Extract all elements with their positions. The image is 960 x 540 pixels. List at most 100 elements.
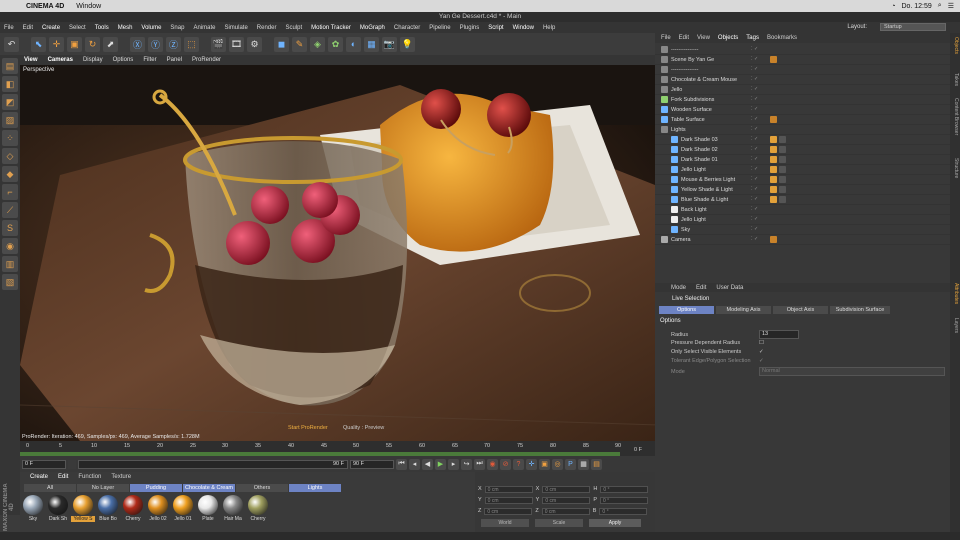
mat-menu-create[interactable]: Create: [30, 474, 48, 480]
object-name[interactable]: Jello: [671, 87, 682, 93]
right-tab-takes[interactable]: Takes: [951, 73, 959, 86]
mat-tab-chocolate[interactable]: Chocolate & Cream: [183, 484, 235, 492]
pressure-checkbox[interactable]: ☐: [759, 340, 764, 346]
points-mode-icon[interactable]: ⁘: [2, 130, 18, 146]
material-tag-icon[interactable]: [779, 136, 786, 143]
mac-app-name[interactable]: CINEMA 4D: [26, 3, 64, 10]
material-tag-icon[interactable]: [770, 176, 777, 183]
min-frame-spinner[interactable]: [68, 459, 76, 469]
workplane-icon[interactable]: ▨: [2, 112, 18, 128]
tab-modeling-axis[interactable]: Modeling Axis: [716, 306, 771, 314]
right-tab-content-browser[interactable]: Content Browser: [951, 98, 959, 135]
max-frame-field[interactable]: 90 F: [350, 459, 394, 469]
menu-item[interactable]: Tools: [95, 25, 109, 31]
clock[interactable]: Do. 12:59: [901, 3, 931, 10]
menu-item[interactable]: Plugins: [460, 25, 480, 31]
search-icon[interactable]: ⌕: [938, 2, 942, 10]
tab-subdivision-surface[interactable]: Subdivision Surface: [830, 306, 890, 314]
last-tool-icon[interactable]: ⬈: [103, 36, 118, 52]
object-row[interactable]: Back Light ⁚ ✓: [655, 205, 950, 215]
scale-key-icon[interactable]: ▣: [539, 458, 550, 470]
object-name[interactable]: Dark Shade 03: [681, 137, 718, 143]
object-name[interactable]: Scene By Yan Ge: [671, 57, 714, 63]
menu-item[interactable]: Simulate: [224, 25, 247, 31]
object-row[interactable]: Wooden Surface ⁚ ✓: [655, 105, 950, 115]
object-name[interactable]: Camera: [671, 237, 691, 243]
object-row[interactable]: Jello ⁚ ✓: [655, 85, 950, 95]
attr-menu-edit[interactable]: Edit: [696, 285, 706, 291]
polygons-mode-icon[interactable]: ◆: [2, 166, 18, 182]
material-tag-icon[interactable]: [779, 176, 786, 183]
visibility-toggle-icon[interactable]: ⁚ ✓: [751, 166, 761, 174]
light-icon[interactable]: 💡: [400, 36, 415, 52]
floor-icon[interactable]: ▦: [364, 36, 379, 52]
object-row[interactable]: --------------- ⁚ ✓: [655, 65, 950, 75]
scale-icon[interactable]: ▣: [67, 36, 82, 52]
visibility-toggle-icon[interactable]: ⁚ ✓: [751, 226, 761, 234]
radius-field[interactable]: 13: [759, 330, 799, 339]
menu-item[interactable]: Script: [488, 25, 503, 31]
right-tab-attributes[interactable]: Attributes: [951, 283, 959, 304]
array-icon[interactable]: ✿: [328, 36, 343, 52]
go-to-start-icon[interactable]: ⏮: [396, 458, 407, 470]
material-item[interactable]: Blue Bo: [97, 495, 119, 522]
object-row[interactable]: Blue Shade & Light ⁚ ✓: [655, 195, 950, 205]
material-tag-icon[interactable]: [779, 196, 786, 203]
y-axis-icon[interactable]: Ⓨ: [148, 36, 163, 52]
next-key-icon[interactable]: ↪: [461, 458, 472, 470]
menu-item[interactable]: Create: [42, 25, 60, 31]
pen-icon[interactable]: ✎: [292, 36, 307, 52]
visibility-toggle-icon[interactable]: ⁚ ✓: [751, 196, 761, 204]
object-name[interactable]: Sky: [681, 227, 690, 233]
viewport-menu-options[interactable]: Options: [113, 57, 134, 63]
prev-key-icon[interactable]: ◂: [409, 458, 420, 470]
obj-menu-objects[interactable]: Objects: [718, 35, 738, 41]
mac-window-menu[interactable]: Window: [76, 3, 101, 10]
visibility-toggle-icon[interactable]: ⁚ ✓: [751, 236, 761, 244]
scale-dropdown[interactable]: Scale: [535, 519, 583, 527]
pos-y-field[interactable]: 0 cm: [484, 496, 533, 504]
visibility-toggle-icon[interactable]: ⁚ ✓: [751, 116, 761, 124]
menu-item[interactable]: Mesh: [118, 25, 133, 31]
visibility-toggle-icon[interactable]: ⁚ ✓: [751, 66, 761, 74]
visibility-toggle-icon[interactable]: ⁚ ✓: [751, 56, 761, 64]
size-x-field[interactable]: 0 cm: [542, 485, 591, 493]
make-editable-icon[interactable]: ▤: [2, 58, 18, 74]
size-z-field[interactable]: 0 cm: [541, 507, 590, 515]
right-tab-structure[interactable]: Structure: [951, 158, 959, 178]
obj-menu-file[interactable]: File: [661, 35, 671, 41]
viewport-menu-view[interactable]: View: [24, 57, 38, 63]
viewport-menu-display[interactable]: Display: [83, 57, 103, 63]
visibility-toggle-icon[interactable]: ⁚ ✓: [751, 76, 761, 84]
deformer-icon[interactable]: ◐: [346, 36, 361, 52]
visibility-toggle-icon[interactable]: ⁚ ✓: [751, 86, 761, 94]
right-tab-layers[interactable]: Layers: [951, 318, 959, 333]
world-dropdown[interactable]: World: [481, 519, 529, 527]
material-tag-icon[interactable]: [770, 196, 777, 203]
obj-menu-edit[interactable]: Edit: [679, 35, 689, 41]
object-row[interactable]: Yellow Shade & Light ⁚ ✓: [655, 185, 950, 195]
render-picture-viewer-icon[interactable]: 🎞: [229, 36, 244, 52]
move-icon[interactable]: ✛: [49, 36, 64, 52]
menu-item[interactable]: Select: [69, 25, 86, 31]
obj-menu-tags[interactable]: Tags: [746, 35, 759, 41]
snap-icon[interactable]: S: [2, 220, 18, 236]
material-item[interactable]: Sky: [22, 495, 44, 522]
object-name[interactable]: ---------------: [671, 67, 698, 73]
perspective-viewport[interactable]: Perspective Start ProRender Quality : Pr…: [20, 65, 655, 441]
object-row[interactable]: Camera ⁚ ✓: [655, 235, 950, 245]
mat-menu-texture[interactable]: Texture: [111, 474, 131, 480]
tab-options[interactable]: Options: [659, 306, 714, 314]
pos-z-field[interactable]: 0 cm: [484, 507, 533, 515]
object-name[interactable]: Jello Light: [681, 167, 706, 173]
menu-item[interactable]: Edit: [23, 25, 33, 31]
rot-h-field[interactable]: 0 °: [600, 485, 649, 493]
viewport-menu-cameras[interactable]: Cameras: [48, 57, 73, 63]
texture-mode-icon[interactable]: ◩: [2, 94, 18, 110]
x-axis-icon[interactable]: Ⓧ: [130, 36, 145, 52]
right-tab-objects[interactable]: Objects: [951, 37, 959, 54]
model-mode-icon[interactable]: ◧: [2, 76, 18, 92]
rot-b-field[interactable]: 0 °: [599, 507, 648, 515]
tag-icon[interactable]: [770, 116, 777, 123]
timeline-ruler[interactable]: 0 5 10 15 20 25 30 35 40 45 50 55 60 65 …: [20, 441, 655, 456]
